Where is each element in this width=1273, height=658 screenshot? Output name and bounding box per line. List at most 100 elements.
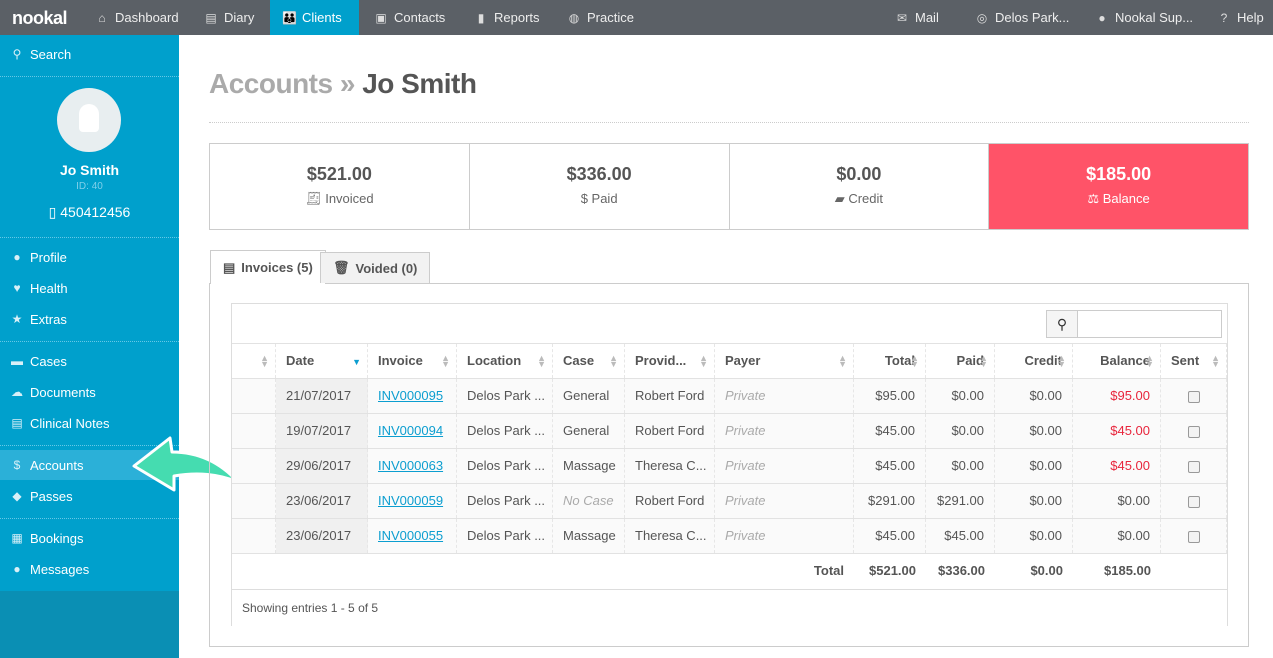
sort-icon: ▲ ▼ <box>260 353 269 369</box>
tab-voided[interactable]: 🗑︎ Voided (0) <box>320 252 431 283</box>
paid-cell: $291.00 <box>926 484 995 518</box>
trash-icon: 🗑︎ <box>333 260 350 275</box>
sort-desc-icon: ▼ <box>352 357 361 367</box>
invoice-link[interactable]: INV000059 <box>368 484 457 518</box>
sent-checkbox[interactable] <box>1187 530 1200 543</box>
cloud-icon: ☁ <box>11 385 23 399</box>
sort-icon: ▲ ▼ <box>1057 353 1066 369</box>
client-id: ID: 40 <box>76 181 103 192</box>
sidebar-item-profile[interactable]: ● Profile <box>0 242 179 272</box>
nav-reports[interactable]: ▮ Reports <box>462 0 552 35</box>
provider-cell: Robert Ford <box>625 414 715 448</box>
column-header[interactable]: Provid... ▲ ▼ <box>625 344 715 378</box>
clients-icon: 👪 <box>282 10 297 25</box>
column-header[interactable]: Balance ▲ ▼ <box>1073 344 1161 378</box>
location-cell: Delos Park ... <box>457 414 553 448</box>
home-icon: ⌂ <box>98 10 106 25</box>
table-search: ⚲ <box>1046 310 1222 338</box>
sort-icon: ▲ ▼ <box>910 353 919 369</box>
wallet-icon: ▰ <box>834 191 849 206</box>
sort-icon: ▲ ▼ <box>1145 353 1154 369</box>
column-header[interactable]: Credit ▲ ▼ <box>995 344 1073 378</box>
paid-cell: $45.00 <box>926 519 995 553</box>
invoice-link[interactable]: INV000055 <box>368 519 457 553</box>
nav-location[interactable]: ◎ Delos Park... <box>963 0 1081 35</box>
column-header[interactable]: Invoice ▲ ▼ <box>368 344 457 378</box>
total-label: Total <box>813 563 844 578</box>
payer-cell: Private <box>715 379 854 413</box>
case-cell: No Case <box>553 484 625 518</box>
client-sidebar: ⚲ Search Jo Smith ID: 40 ▯ 450412456 ● Pro… <box>0 35 179 658</box>
credit-cell: $0.00 <box>995 414 1073 448</box>
table-row: 23/06/2017 INV000059 Delos Park ... No Case… <box>232 483 1227 518</box>
total-paid: $336.00 <box>938 563 985 578</box>
sidebar-search[interactable]: ⚲ Search <box>0 39 179 69</box>
column-header[interactable]: ▲ ▼ <box>232 344 276 378</box>
note-icon: ▤ <box>11 416 23 430</box>
page-title: Accounts » Jo Smith <box>209 68 477 99</box>
column-header[interactable]: Date ▼ <box>276 344 368 378</box>
date-cell: 23/06/2017 <box>276 484 368 518</box>
nav-dashboard[interactable]: ⌂ Dashboard <box>83 0 191 35</box>
nav-clients[interactable]: 👪 Clients <box>270 0 359 35</box>
column-header[interactable]: Case ▲ ▼ <box>553 344 625 378</box>
sort-icon: ▲ ▼ <box>1211 353 1220 369</box>
sent-checkbox[interactable] <box>1187 390 1200 403</box>
balance-cell: $95.00 <box>1073 379 1161 413</box>
sort-icon: ▲ ▼ <box>699 353 708 369</box>
heart-icon: ♥ <box>13 281 21 295</box>
invoice-link[interactable]: INV000094 <box>368 414 457 448</box>
star-icon: ★ <box>11 312 23 326</box>
nookal-logo[interactable]: nookal <box>12 8 68 29</box>
nav-mail[interactable]: ✉ Mail <box>883 0 951 35</box>
nav-diary[interactable]: ▤ Diary <box>192 0 266 35</box>
search-input[interactable] <box>1079 311 1221 337</box>
sidebar-item-cases[interactable]: ▬ Cases <box>0 346 179 376</box>
tab-invoices[interactable]: ▤ Invoices (5) <box>210 250 326 284</box>
total-total: $521.00 <box>869 563 916 578</box>
dollar-icon: $ <box>13 458 21 472</box>
date-cell: 29/06/2017 <box>276 449 368 483</box>
nav-help[interactable]: ? Help <box>1205 0 1273 35</box>
column-header[interactable]: Location ▲ ▼ <box>457 344 553 378</box>
summary-invoiced: $521.00 🧾︎ Invoiced <box>210 144 470 229</box>
sent-checkbox[interactable] <box>1187 425 1200 438</box>
date-cell: 21/07/2017 <box>276 379 368 413</box>
sent-checkbox[interactable] <box>1187 460 1200 473</box>
column-header[interactable]: Total ▲ ▼ <box>854 344 926 378</box>
provider-cell: Theresa C... <box>625 519 715 553</box>
table-row: 21/07/2017 INV000095 Delos Park ... General… <box>232 378 1227 413</box>
nav-practice[interactable]: ◍ Practice <box>555 0 646 35</box>
case-cell: General <box>553 414 625 448</box>
invoice-link[interactable]: INV000095 <box>368 379 457 413</box>
payer-cell: Private <box>715 414 854 448</box>
sidebar-item-extras[interactable]: ★ Extras <box>0 304 179 334</box>
sent-checkbox[interactable] <box>1187 495 1200 508</box>
globe-icon: ◍ <box>568 10 580 25</box>
invoice-link[interactable]: INV000063 <box>368 449 457 483</box>
summary-credit: $0.00 ▰ Credit <box>730 144 990 229</box>
column-header[interactable]: Payer ▲ ▼ <box>715 344 854 378</box>
sidebar-item-health[interactable]: ♥ Health <box>0 273 179 303</box>
totals-row: Total $521.00 $336.00 $0.00 $185.00 <box>232 553 1227 588</box>
column-header[interactable]: Paid ▲ ▼ <box>926 344 995 378</box>
search-button[interactable]: ⚲ <box>1047 311 1078 337</box>
nav-user[interactable]: ● Nookal Sup... <box>1083 0 1205 35</box>
sidebar-item-documents[interactable]: ☁ Documents <box>0 377 179 407</box>
avatar <box>57 88 121 152</box>
client-name: Jo Smith <box>59 162 120 178</box>
total-cell: $45.00 <box>854 519 926 553</box>
column-header[interactable]: Sent ▲ ▼ <box>1161 344 1227 378</box>
sort-icon: ▲ ▼ <box>441 353 450 369</box>
paid-cell: $0.00 <box>926 379 995 413</box>
balance-cell: $0.00 <box>1073 484 1161 518</box>
payer-cell: Private <box>715 519 854 553</box>
scale-icon: ⚖ <box>1087 191 1103 206</box>
sort-icon: ▲ ▼ <box>609 353 618 369</box>
location-cell: Delos Park ... <box>457 484 553 518</box>
sidebar-item-messages[interactable]: ● Messages <box>0 554 179 584</box>
client-phone: ▯ 450412456 <box>48 204 131 220</box>
location-cell: Delos Park ... <box>457 449 553 483</box>
sidebar-item-bookings[interactable]: ▦ Bookings <box>0 523 179 553</box>
nav-contacts[interactable]: ▣ Contacts <box>362 0 457 35</box>
